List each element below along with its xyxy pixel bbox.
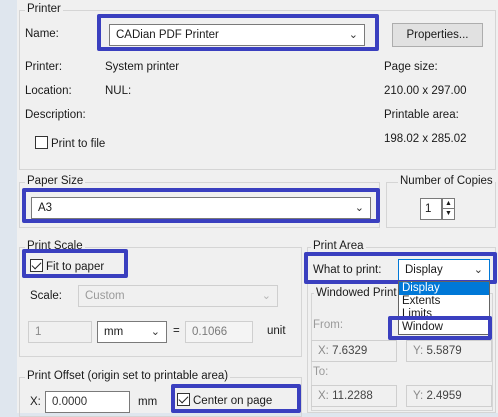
- copies-spinner[interactable]: ▲ ▼: [442, 198, 455, 220]
- location-value: NUL:: [105, 85, 132, 97]
- checkbox-icon: [35, 136, 48, 149]
- what-to-print-dropdown: Display Extents Limits Window: [398, 281, 490, 335]
- to-y-value: 2.4959: [426, 390, 462, 402]
- page-size-value: 210.00 x 297.00: [384, 85, 467, 97]
- from-y-field[interactable]: Y: 5.5879: [406, 340, 492, 362]
- offset-x-unit: mm: [138, 396, 158, 408]
- from-x-label: X:: [318, 345, 329, 357]
- dropdown-option-display[interactable]: Display: [399, 282, 489, 295]
- what-to-print-value: Display: [405, 264, 443, 276]
- dropdown-option-limits[interactable]: Limits: [399, 308, 489, 321]
- chevron-down-icon: ⌄: [261, 290, 271, 302]
- from-x-field[interactable]: X: 7.6329: [311, 340, 397, 362]
- to-x-field[interactable]: X: 11.2288: [311, 385, 397, 407]
- scale-label: Scale:: [30, 290, 62, 302]
- scale-left-input[interactable]: 1: [28, 321, 92, 343]
- unit-select-value: mm: [104, 326, 124, 338]
- chevron-down-icon: ⌄: [150, 326, 160, 338]
- printable-area-value: 198.02 x 285.02: [384, 133, 467, 145]
- dropdown-option-extents[interactable]: Extents: [399, 295, 489, 308]
- to-y-field[interactable]: Y: 2.4959: [406, 385, 492, 407]
- scale-value: Custom: [85, 290, 125, 302]
- offset-x-label: X:: [30, 396, 41, 408]
- spin-up-icon[interactable]: ▲: [443, 199, 454, 209]
- to-x-value: 11.2288: [332, 390, 373, 402]
- print-to-file-label: Print to file: [51, 138, 106, 150]
- paper-size-select[interactable]: A3 ⌄: [31, 197, 371, 219]
- to-x-label: X:: [318, 390, 329, 402]
- chevron-down-icon: ⌄: [354, 202, 364, 214]
- from-x-value: 7.6329: [332, 345, 368, 357]
- scale-right-value: 0.1066: [192, 326, 228, 338]
- location-label: Location:: [25, 85, 72, 97]
- paper-size-title: Paper Size: [25, 175, 86, 187]
- checkbox-checked-icon: [30, 259, 43, 272]
- to-y-label: Y:: [413, 390, 424, 402]
- print-dialog: Printer Name: CADian PDF Printer ⌄ Prope…: [17, 0, 498, 417]
- chevron-down-icon: ⌄: [348, 29, 358, 41]
- center-on-page-label: Center on page: [193, 395, 273, 407]
- copies-input[interactable]: 1: [420, 198, 442, 220]
- windowed-print-title: Windowed Print: [314, 287, 399, 299]
- copies-title: Number of Copies: [398, 175, 495, 187]
- printer-value: System printer: [105, 61, 180, 73]
- printable-area-label: Printable area:: [384, 109, 459, 121]
- printer-group-title: Printer: [25, 3, 63, 15]
- spin-down-icon[interactable]: ▼: [443, 209, 454, 219]
- print-area-title: Print Area: [311, 240, 366, 252]
- from-y-label: Y:: [413, 345, 424, 357]
- from-y-value: 5.5879: [426, 345, 462, 357]
- fit-to-paper-label: Fit to paper: [46, 261, 105, 273]
- unit-select[interactable]: mm ⌄: [97, 321, 167, 343]
- scale-right-input[interactable]: 0.1066: [185, 321, 253, 343]
- fit-to-paper-checkbox[interactable]: Fit to paper: [30, 259, 104, 273]
- to-label: To:: [313, 366, 329, 378]
- copies-value: 1: [425, 203, 432, 215]
- description-label: Description:: [25, 109, 86, 121]
- name-label: Name:: [25, 28, 59, 40]
- printer-name-select[interactable]: CADian PDF Printer ⌄: [109, 24, 365, 46]
- offset-x-input[interactable]: 0.0000: [45, 391, 130, 413]
- paper-size-value: A3: [38, 202, 53, 214]
- center-on-page-checkbox[interactable]: Center on page: [177, 393, 272, 407]
- equals-sign: =: [173, 325, 180, 337]
- printer-name-value: CADian PDF Printer: [116, 29, 219, 41]
- scale-left-value: 1: [35, 326, 42, 338]
- page-size-label: Page size:: [384, 61, 438, 73]
- print-offset-title: Print Offset (origin set to printable ar…: [25, 370, 231, 382]
- printer-label: Printer:: [25, 61, 63, 73]
- print-scale-title: Print Scale: [25, 240, 85, 252]
- chevron-down-icon: ⌄: [473, 264, 483, 276]
- what-to-print-label: What to print:: [313, 264, 382, 276]
- what-to-print-select[interactable]: Display ⌄: [398, 259, 490, 281]
- checkbox-checked-icon: [177, 393, 190, 406]
- from-label: From:: [313, 319, 344, 331]
- print-to-file-checkbox[interactable]: Print to file: [35, 136, 105, 150]
- properties-button[interactable]: Properties...: [392, 23, 483, 47]
- dropdown-option-window[interactable]: Window: [399, 321, 489, 334]
- unit-label: unit: [267, 325, 286, 337]
- scale-select[interactable]: Custom ⌄: [78, 285, 278, 307]
- offset-x-value: 0.0000: [52, 396, 88, 408]
